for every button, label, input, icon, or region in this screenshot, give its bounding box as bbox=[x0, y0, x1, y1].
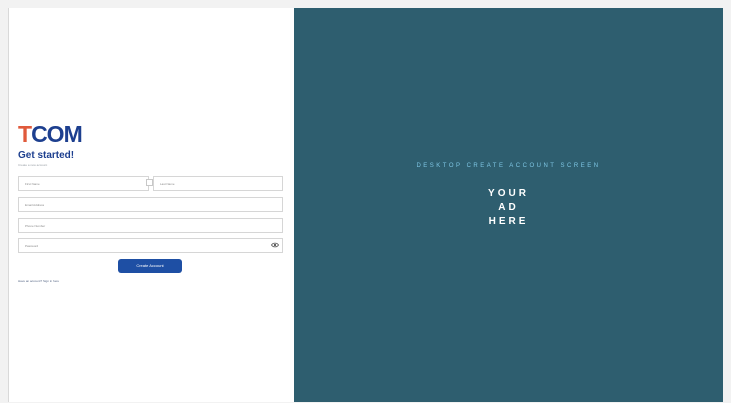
ad-line-2: AD bbox=[498, 202, 519, 213]
email-field[interactable]: Email Address bbox=[18, 197, 283, 212]
create-account-button[interactable]: Create Account bbox=[118, 259, 182, 273]
ad-placeholder-text: YOUR AD HERE bbox=[294, 187, 723, 229]
app-frame: TCOM Get started! Create a new account F… bbox=[8, 8, 723, 402]
signup-panel: TCOM Get started! Create a new account F… bbox=[8, 8, 294, 402]
eye-icon[interactable] bbox=[271, 242, 279, 248]
brand-logo: TCOM bbox=[18, 121, 83, 147]
last-name-placeholder: Last Name bbox=[160, 182, 175, 186]
password-placeholder: Password bbox=[25, 244, 39, 248]
phone-field[interactable]: Phone Number bbox=[18, 218, 283, 233]
phone-placeholder: Phone Number bbox=[25, 224, 46, 228]
first-name-field[interactable]: First Name bbox=[18, 176, 149, 191]
page-title: Get started! bbox=[18, 150, 75, 161]
ad-line-3: HERE bbox=[488, 216, 529, 227]
email-placeholder: Email Address bbox=[25, 203, 45, 207]
ad-panel: DESKTOP CREATE ACCOUNT SCREEN YOUR AD HE… bbox=[294, 8, 723, 402]
page-subtitle: Create a new account bbox=[18, 163, 48, 167]
password-field[interactable]: Password bbox=[18, 238, 283, 253]
ad-caption: DESKTOP CREATE ACCOUNT SCREEN bbox=[416, 163, 601, 169]
checkbox[interactable] bbox=[146, 179, 153, 186]
first-name-placeholder: First Name bbox=[25, 182, 40, 186]
last-name-field[interactable]: Last Name bbox=[153, 176, 283, 191]
ad-line-1: YOUR bbox=[488, 188, 529, 199]
login-link[interactable]: Have an account? Sign in here bbox=[18, 279, 59, 283]
